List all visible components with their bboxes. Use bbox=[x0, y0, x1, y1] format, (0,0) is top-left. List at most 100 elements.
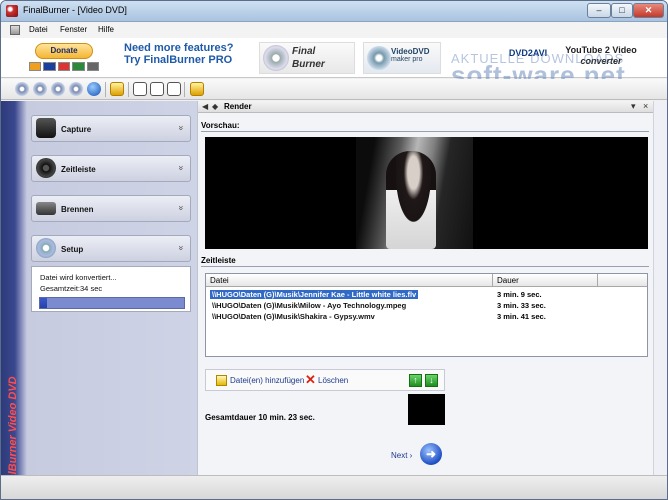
delete-icon[interactable]: ✕ bbox=[305, 371, 316, 389]
tile-horizontal-icon[interactable] bbox=[150, 82, 164, 96]
column-header-datei[interactable]: Datei bbox=[210, 276, 229, 285]
file-actions-bar: Datei(en) hinzufügen ✕ Löschen ↑ ↓ bbox=[205, 369, 445, 391]
total-duration: Gesamtdauer 10 min. 23 sec. bbox=[205, 413, 315, 422]
add-files-button[interactable]: Datei(en) hinzufügen bbox=[230, 376, 304, 385]
progress-fill bbox=[40, 298, 48, 308]
watermark-subtitle: AKTUELLE DOWNLOADS bbox=[451, 51, 625, 66]
payment-cards-icon bbox=[29, 62, 100, 71]
file-duration: 3 min. 33 sec. bbox=[497, 301, 546, 310]
elapsed-time: Gesamtzeit:34 sec bbox=[40, 284, 103, 293]
sidebar-item-brennen[interactable]: Brennen » bbox=[31, 195, 191, 222]
next-label[interactable]: Next › bbox=[391, 451, 412, 460]
move-down-button[interactable]: ↓ bbox=[425, 374, 438, 387]
videodvd-maker-logo[interactable]: VideoDVD maker pro bbox=[363, 42, 441, 74]
panel-header: ◀ ◆ Render ▾ × bbox=[198, 101, 654, 113]
preview-label: Vorschau: bbox=[201, 121, 240, 130]
sidebar-item-setup[interactable]: Setup » bbox=[31, 235, 191, 262]
close-panel-icon[interactable]: × bbox=[643, 101, 648, 111]
ad-line-2: Try FinalBurner PRO bbox=[124, 54, 233, 66]
table-row[interactable]: \\HUGO\Daten (G)\Musik\Jennifer Kae - Li… bbox=[207, 289, 646, 300]
toolbar-separator bbox=[105, 82, 106, 97]
toolbar-separator bbox=[128, 82, 129, 97]
sidebar-item-label: Setup bbox=[61, 245, 84, 254]
table-row[interactable]: \\HUGO\Daten (G)\Musik\Shakira - Gypsy.w… bbox=[207, 311, 646, 322]
back-arrow-icon[interactable]: ◀ bbox=[202, 102, 208, 111]
fb-logo-line-2: Burner bbox=[292, 59, 325, 70]
selected-clip-thumbnail bbox=[408, 394, 445, 425]
notes-icon[interactable] bbox=[110, 82, 124, 96]
divider bbox=[201, 266, 649, 267]
render-panel: ◀ ◆ Render ▾ × Vorschau: Zeitleiste Date… bbox=[197, 101, 654, 475]
right-dock-strip bbox=[653, 101, 667, 475]
conversion-status-panel: Datei wird konvertiert... Gesamtzeit:34 … bbox=[31, 266, 191, 312]
sidebar-item-label: Zeitleiste bbox=[61, 165, 96, 174]
sidebar-item-label: Brennen bbox=[61, 205, 94, 214]
toolbar-separator bbox=[184, 82, 185, 97]
sidebar-item-zeitleiste[interactable]: Zeitleiste » bbox=[31, 155, 191, 182]
disc-icon bbox=[367, 46, 391, 70]
pro-ad-text[interactable]: Need more features? Try FinalBurner PRO bbox=[124, 42, 233, 66]
dvd-drive-icon bbox=[36, 202, 56, 215]
progress-bar bbox=[39, 297, 185, 309]
finalburner-logo[interactable]: Final Burner bbox=[259, 42, 355, 74]
title-bar: FinalBurner - [Video DVD] ‒ □ ✕ bbox=[1, 1, 667, 22]
divider bbox=[201, 131, 649, 132]
file-list[interactable]: Datei Dauer \\HUGO\Daten (G)\Musik\Jenni… bbox=[205, 273, 648, 357]
minimize-button[interactable]: ‒ bbox=[587, 3, 611, 18]
menu-bar: Datei Fenster Hilfe bbox=[1, 22, 667, 38]
close-button[interactable]: ✕ bbox=[633, 3, 664, 18]
app-icon bbox=[6, 5, 18, 17]
file-path: \\HUGO\Daten (G)\Musik\Milow - Ayo Techn… bbox=[212, 301, 407, 310]
sidebar-vertical-banner: FinalBurner Video DVD bbox=[1, 101, 27, 497]
move-up-button[interactable]: ↑ bbox=[409, 374, 422, 387]
vertical-product-title: FinalBurner Video DVD bbox=[7, 376, 19, 497]
ad-line-1: Need more features? bbox=[124, 42, 234, 54]
menu-hilfe[interactable]: Hilfe bbox=[98, 25, 114, 34]
file-duration: 3 min. 9 sec. bbox=[497, 290, 542, 299]
film-reel-icon bbox=[36, 158, 56, 178]
delete-button[interactable]: Löschen bbox=[318, 376, 348, 385]
globe-icon[interactable] bbox=[87, 82, 101, 96]
disc-icon bbox=[263, 45, 289, 71]
chevron-down-icon: » bbox=[176, 205, 187, 211]
cascade-windows-icon[interactable] bbox=[133, 82, 147, 96]
file-duration: 3 min. 41 sec. bbox=[497, 312, 546, 321]
tile-vertical-icon[interactable] bbox=[167, 82, 181, 96]
add-file-icon[interactable] bbox=[216, 375, 227, 386]
maximize-button[interactable]: □ bbox=[611, 3, 633, 18]
vdvd-line-1: VideoDVD bbox=[391, 47, 430, 56]
menu-datei[interactable]: Datei bbox=[29, 25, 48, 34]
preview-frame-image bbox=[356, 137, 473, 249]
disc-tool-icon[interactable] bbox=[51, 82, 65, 96]
app-window: FinalBurner - [Video DVD] ‒ □ ✕ Datei Fe… bbox=[0, 0, 668, 500]
gear-icon bbox=[36, 238, 56, 258]
sidebar-item-capture[interactable]: Capture » bbox=[31, 115, 191, 142]
timeline-label: Zeitleiste bbox=[201, 256, 236, 265]
sidebar-item-label: Capture bbox=[61, 125, 92, 134]
camcorder-icon bbox=[36, 118, 56, 138]
status-text: Datei wird konvertiert... bbox=[40, 273, 117, 282]
disc-tool-icon[interactable] bbox=[33, 82, 47, 96]
system-menu-icon[interactable] bbox=[10, 25, 20, 35]
toolbar bbox=[1, 79, 667, 100]
column-header-dauer[interactable]: Dauer bbox=[497, 276, 519, 285]
file-list-header: Datei Dauer bbox=[206, 274, 647, 287]
donate-button[interactable]: Donate bbox=[35, 43, 93, 59]
file-path: \\HUGO\Daten (G)\Musik\Jennifer Kae - Li… bbox=[210, 290, 419, 299]
panel-title: Render bbox=[224, 102, 252, 111]
vdvd-line-2: maker pro bbox=[391, 56, 423, 63]
dropdown-icon[interactable]: ▾ bbox=[631, 101, 636, 112]
table-row[interactable]: \\HUGO\Daten (G)\Musik\Milow - Ayo Techn… bbox=[207, 300, 646, 311]
exit-icon[interactable] bbox=[190, 82, 204, 96]
menu-fenster[interactable]: Fenster bbox=[60, 25, 87, 34]
window-title: FinalBurner - [Video DVD] bbox=[23, 5, 127, 15]
chevron-down-icon: » bbox=[176, 125, 187, 131]
disc-tool-icon[interactable] bbox=[15, 82, 29, 96]
next-button[interactable]: ➜ bbox=[420, 443, 442, 465]
video-preview bbox=[205, 137, 648, 249]
disc-tool-icon[interactable] bbox=[69, 82, 83, 96]
forward-arrow-icon[interactable]: ◆ bbox=[212, 102, 218, 111]
chevron-down-icon: » bbox=[176, 165, 187, 171]
file-path: \\HUGO\Daten (G)\Musik\Shakira - Gypsy.w… bbox=[212, 312, 375, 321]
chevron-down-icon: » bbox=[176, 245, 187, 251]
